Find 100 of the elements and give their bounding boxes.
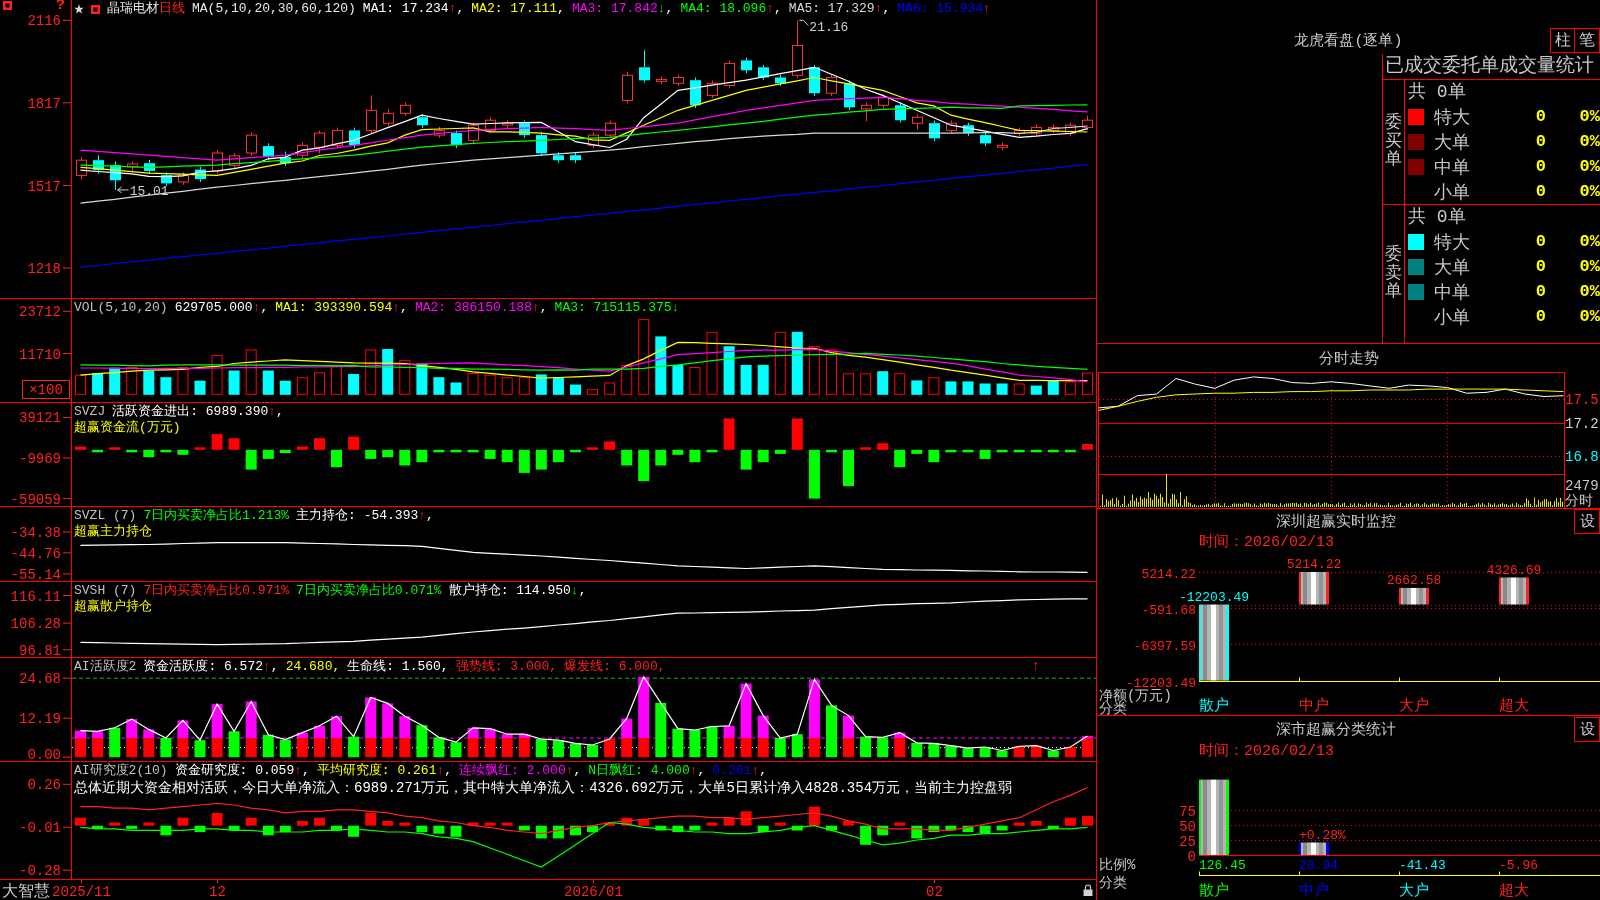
axis-label: 11710 bbox=[19, 346, 61, 363]
indicator-value: MA3: 715115.375↓ bbox=[554, 300, 680, 316]
indicator-name: MA(5,10,20,30,60,120) bbox=[192, 1, 356, 17]
bar-segment bbox=[757, 715, 769, 738]
bar bbox=[843, 373, 854, 395]
panel-title: 分时走势 bbox=[1318, 349, 1379, 368]
bar bbox=[962, 825, 974, 833]
indicator-value: MA2: 17.111, bbox=[471, 1, 565, 17]
candle bbox=[93, 154, 104, 175]
bar bbox=[365, 449, 377, 459]
bar bbox=[194, 380, 206, 395]
axis-label: 50 bbox=[1179, 818, 1196, 835]
bar bbox=[570, 825, 581, 836]
bar bbox=[740, 364, 752, 395]
indicator-value: 24.680, bbox=[285, 659, 341, 675]
bar-segment bbox=[570, 743, 581, 758]
bar bbox=[552, 377, 564, 395]
bar-segment bbox=[416, 725, 428, 758]
chart-mode-button[interactable]: 笔 bbox=[1575, 28, 1600, 53]
bar bbox=[689, 367, 701, 395]
bar bbox=[655, 336, 667, 395]
order-size-label: 大单 bbox=[1434, 131, 1470, 154]
bar bbox=[757, 449, 769, 463]
bar-segment bbox=[1047, 750, 1059, 758]
candle bbox=[127, 160, 138, 172]
value-label: -5.96 bbox=[1499, 858, 1538, 873]
bar bbox=[911, 449, 923, 454]
bar bbox=[228, 825, 240, 831]
bar-segment bbox=[655, 702, 667, 758]
bar bbox=[655, 449, 667, 466]
bar bbox=[638, 449, 650, 482]
bar bbox=[1299, 842, 1329, 855]
candle bbox=[844, 80, 855, 111]
bar bbox=[348, 374, 360, 395]
axis-label: -6397.59 bbox=[1133, 638, 1196, 654]
bar bbox=[962, 449, 974, 453]
bar bbox=[433, 449, 445, 453]
date-label: 2025/11 bbox=[52, 884, 111, 900]
bar bbox=[672, 449, 684, 455]
bar-segment bbox=[791, 734, 803, 758]
bar-segment bbox=[552, 740, 564, 758]
indicator-value: 资金研究度: 0.059↑, bbox=[174, 763, 310, 779]
axis-label: 0 bbox=[1187, 848, 1196, 865]
bar-segment bbox=[843, 715, 854, 738]
indicator-value: MA4: 18.096↑, bbox=[680, 1, 782, 17]
candle bbox=[861, 102, 872, 122]
candle bbox=[161, 171, 172, 187]
axis-label: 2116 bbox=[27, 13, 61, 30]
axis-title: 分类 bbox=[1099, 875, 1127, 891]
bar bbox=[416, 825, 428, 833]
annotation: 15.01 bbox=[129, 183, 169, 199]
candle bbox=[1048, 124, 1059, 134]
bar bbox=[399, 359, 411, 395]
bar bbox=[399, 449, 411, 466]
bar bbox=[1030, 449, 1042, 453]
bar bbox=[877, 371, 889, 395]
bar bbox=[518, 825, 530, 831]
bar-segment bbox=[587, 745, 598, 758]
indicator-value: 强势线: 3.000, bbox=[455, 659, 558, 675]
value-label: 126.45 bbox=[1199, 858, 1246, 873]
indicator-name: SVZL (7) bbox=[74, 508, 137, 524]
bar bbox=[211, 812, 223, 826]
stock-name: 晶瑞电材 bbox=[107, 1, 159, 17]
bar bbox=[382, 820, 394, 826]
bar bbox=[1047, 380, 1059, 395]
bar bbox=[245, 817, 257, 826]
summary-text: 总体近期大资金相对活跃，今日大单净流入：6989.271万元，其中特大单净流入：4326.692万元，大单5日累计净入4828.354万元，当前主力控盘弱 bbox=[74, 779, 1013, 797]
bar bbox=[92, 373, 104, 395]
indicator-value: MA2: 386150.188↑, bbox=[414, 300, 548, 316]
bar bbox=[979, 825, 991, 834]
order-count: 0 bbox=[1535, 307, 1546, 326]
bar bbox=[382, 449, 394, 458]
bar-segment bbox=[399, 716, 411, 738]
bar bbox=[1499, 577, 1529, 605]
candle bbox=[212, 149, 223, 175]
bar bbox=[570, 449, 581, 453]
bar bbox=[757, 364, 769, 395]
indicator-value: 活跃资金进出: 6989.390↑, bbox=[112, 404, 284, 420]
bar bbox=[160, 825, 172, 836]
bar bbox=[774, 822, 786, 826]
bar bbox=[1082, 372, 1093, 395]
bar bbox=[996, 449, 1008, 453]
bar bbox=[587, 825, 598, 833]
indicator-title: 超赢资金流(万元) bbox=[74, 420, 181, 436]
candle bbox=[997, 142, 1008, 151]
bar bbox=[1047, 825, 1059, 829]
chart-mode-button[interactable]: 柱 bbox=[1550, 28, 1575, 53]
settings-button[interactable]: 设 bbox=[1574, 509, 1600, 534]
axis-label: 17.2 bbox=[1565, 416, 1599, 433]
candle bbox=[656, 76, 667, 85]
bar-segment bbox=[621, 718, 633, 738]
bar bbox=[177, 817, 189, 826]
settings-button[interactable]: 设 bbox=[1574, 716, 1600, 742]
bar bbox=[928, 825, 940, 833]
bar bbox=[774, 331, 786, 395]
bar bbox=[672, 825, 684, 833]
bar bbox=[348, 436, 360, 450]
timestamp: 时间：2026/02/13 bbox=[1199, 743, 1334, 760]
bar-segment bbox=[262, 734, 274, 758]
bar bbox=[416, 363, 428, 395]
